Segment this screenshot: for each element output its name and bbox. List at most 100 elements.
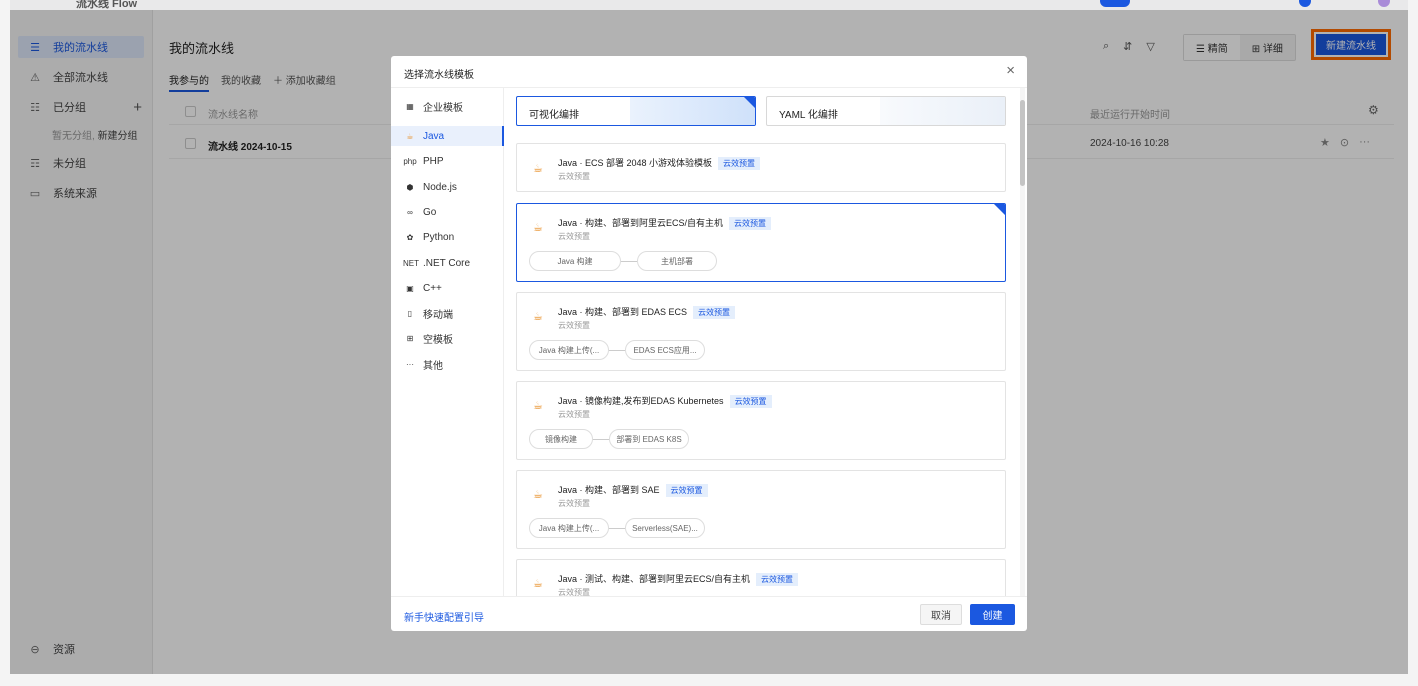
pipeline-steps: Java 构建上传(... Serverless(SAE)... bbox=[529, 518, 705, 538]
grid-icon: ▦ bbox=[406, 101, 414, 111]
template-subtitle: 云效预置 bbox=[558, 410, 590, 419]
dotnet-icon: NET bbox=[403, 258, 419, 268]
avatar[interactable] bbox=[1378, 0, 1390, 7]
selected-corner-icon bbox=[744, 97, 755, 108]
category-nodejs[interactable]: ⬢ Node.js bbox=[391, 177, 504, 197]
template-title: Java · 构建、部署到 EDAS ECS 云效预置 bbox=[558, 305, 736, 319]
step-connector bbox=[593, 438, 609, 440]
modal-title: 选择流水线模板 bbox=[404, 70, 474, 81]
top-badge[interactable] bbox=[1100, 0, 1130, 7]
template-title-text: Java · 构建、部署到 SAE bbox=[558, 485, 660, 495]
template-title-text: Java · ECS 部署 2048 小游戏体验模板 bbox=[558, 158, 713, 168]
category-label: 空模板 bbox=[423, 334, 453, 346]
preset-badge: 云效预置 bbox=[718, 157, 761, 170]
category-label: Go bbox=[423, 206, 437, 218]
modal-footer: 新手快速配置引导 取消 创建 bbox=[391, 596, 1027, 631]
mode-label: 可视化编排 bbox=[529, 110, 579, 121]
pipeline-steps: Java 构建上传(... EDAS ECS应用... bbox=[529, 340, 705, 360]
category-label: C++ bbox=[423, 282, 442, 294]
python-icon: ✿ bbox=[406, 232, 414, 242]
step-chip: Java 构建 bbox=[529, 251, 621, 271]
template-card[interactable]: ☕ Java · 测试、构建、部署到阿里云ECS/自有主机 云效预置 云效预置 bbox=[516, 559, 1006, 596]
category-label: Node.js bbox=[423, 181, 457, 193]
template-card[interactable]: ☕ Java · 构建、部署到 SAE 云效预置 云效预置 Java 构建上传(.… bbox=[516, 470, 1006, 549]
preset-badge: 云效预置 bbox=[693, 306, 736, 319]
template-modal: 选择流水线模板 × ▦ 企业模板 ☕ Java php PHP ⬢ Node.j… bbox=[391, 56, 1027, 631]
notification-icon[interactable] bbox=[1299, 0, 1311, 7]
nodejs-icon: ⬢ bbox=[406, 182, 414, 192]
more-icon: ··· bbox=[406, 359, 414, 369]
category-label: 其他 bbox=[423, 360, 443, 372]
java-icon: ☕ bbox=[533, 578, 543, 590]
modal-scrollbar-thumb[interactable] bbox=[1020, 100, 1025, 186]
template-title-text: Java · 镜像构建,发布到EDAS Kubernetes bbox=[558, 396, 724, 406]
template-title: Java · ECS 部署 2048 小游戏体验模板 云效预置 bbox=[558, 156, 761, 170]
template-list: 可视化编排 YAML 化编排 ☕ Java · ECS 部署 2048 小游戏体… bbox=[504, 88, 1019, 596]
preset-badge: 云效预置 bbox=[729, 395, 772, 408]
app-title: 流水线 Flow bbox=[76, 0, 138, 10]
mobile-icon: ▯ bbox=[407, 308, 413, 318]
close-icon[interactable]: × bbox=[1006, 62, 1015, 79]
category-label: Java bbox=[423, 130, 445, 142]
category-cpp[interactable]: ▣ C++ bbox=[391, 278, 504, 298]
step-chip: Java 构建上传(... bbox=[529, 340, 609, 360]
template-subtitle: 云效预置 bbox=[558, 172, 590, 181]
mode-visual[interactable]: 可视化编排 bbox=[516, 96, 756, 126]
mode-yaml[interactable]: YAML 化编排 bbox=[766, 96, 1006, 126]
java-icon: ☕ bbox=[533, 222, 543, 234]
java-icon: ☕ bbox=[533, 489, 543, 501]
template-subtitle: 云效预置 bbox=[558, 499, 590, 508]
java-icon: ☕ bbox=[406, 131, 414, 141]
category-dotnet[interactable]: NET .NET Core bbox=[391, 253, 504, 273]
category-empty[interactable]: ⊞ 空模板 bbox=[391, 328, 504, 348]
category-label: Python bbox=[423, 231, 455, 243]
category-other[interactable]: ··· 其他 bbox=[391, 354, 504, 374]
template-card[interactable]: ☕ Java · 构建、部署到 EDAS ECS 云效预置 云效预置 Java 构… bbox=[516, 292, 1006, 371]
step-chip: EDAS ECS应用... bbox=[625, 340, 705, 360]
template-title-text: Java · 构建、部署到 EDAS ECS bbox=[558, 307, 688, 317]
template-card-selected[interactable]: ☕ Java · 构建、部署到阿里云ECS/自有主机 云效预置 云效预置 Java… bbox=[516, 203, 1006, 282]
pipeline-steps: 镜像构建 部署到 EDAS K8S bbox=[529, 429, 689, 449]
quick-guide-link[interactable]: 新手快速配置引导 bbox=[404, 609, 484, 624]
java-icon: ☕ bbox=[533, 400, 543, 412]
visual-mode-illustration bbox=[630, 97, 755, 125]
category-label: .NET Core bbox=[423, 257, 471, 269]
template-card[interactable]: ☕ Java · ECS 部署 2048 小游戏体验模板 云效预置 云效预置 bbox=[516, 143, 1006, 192]
template-categories: ▦ 企业模板 ☕ Java php PHP ⬢ Node.js ∞ Go ✿ P… bbox=[391, 88, 504, 596]
java-icon: ☕ bbox=[533, 311, 543, 323]
go-icon: ∞ bbox=[407, 207, 413, 217]
step-chip: 部署到 EDAS K8S bbox=[609, 429, 689, 449]
category-php[interactable]: php PHP bbox=[391, 151, 504, 171]
template-subtitle: 云效预置 bbox=[558, 588, 590, 596]
category-java[interactable]: ☕ Java bbox=[391, 126, 504, 146]
template-title: Java · 测试、构建、部署到阿里云ECS/自有主机 云效预置 bbox=[558, 572, 799, 586]
template-card[interactable]: ☕ Java · 镜像构建,发布到EDAS Kubernetes 云效预置 云效预… bbox=[516, 381, 1006, 460]
template-title-text: Java · 构建、部署到阿里云ECS/自有主机 bbox=[558, 218, 724, 228]
step-chip: 主机部署 bbox=[637, 251, 717, 271]
selected-corner-icon bbox=[994, 204, 1005, 215]
top-bar: 流水线 Flow bbox=[10, 0, 1408, 10]
category-mobile[interactable]: ▯ 移动端 bbox=[391, 303, 504, 323]
preset-badge: 云效预置 bbox=[756, 573, 799, 586]
template-subtitle: 云效预置 bbox=[558, 232, 590, 241]
plus-box-icon: ⊞ bbox=[406, 333, 414, 343]
category-enterprise[interactable]: ▦ 企业模板 bbox=[391, 96, 504, 116]
java-icon: ☕ bbox=[533, 163, 543, 175]
category-python[interactable]: ✿ Python bbox=[391, 227, 504, 247]
step-chip: 镜像构建 bbox=[529, 429, 593, 449]
cancel-button[interactable]: 取消 bbox=[920, 604, 962, 625]
php-icon: php bbox=[403, 156, 417, 166]
template-title: Java · 构建、部署到阿里云ECS/自有主机 云效预置 bbox=[558, 216, 772, 230]
template-title-text: Java · 测试、构建、部署到阿里云ECS/自有主机 bbox=[558, 574, 751, 584]
category-label: 移动端 bbox=[423, 309, 453, 321]
category-go[interactable]: ∞ Go bbox=[391, 202, 504, 222]
category-label: 企业模板 bbox=[423, 102, 463, 114]
modal-header: 选择流水线模板 × bbox=[391, 56, 1027, 88]
create-button[interactable]: 创建 bbox=[970, 604, 1015, 625]
template-title: Java · 镜像构建,发布到EDAS Kubernetes 云效预置 bbox=[558, 394, 772, 408]
step-chip: Serverless(SAE)... bbox=[625, 518, 705, 538]
yaml-mode-illustration bbox=[880, 97, 1005, 125]
mode-label: YAML 化编排 bbox=[779, 110, 838, 121]
step-chip: Java 构建上传(... bbox=[529, 518, 609, 538]
pipeline-steps: Java 构建 主机部署 bbox=[529, 251, 717, 271]
